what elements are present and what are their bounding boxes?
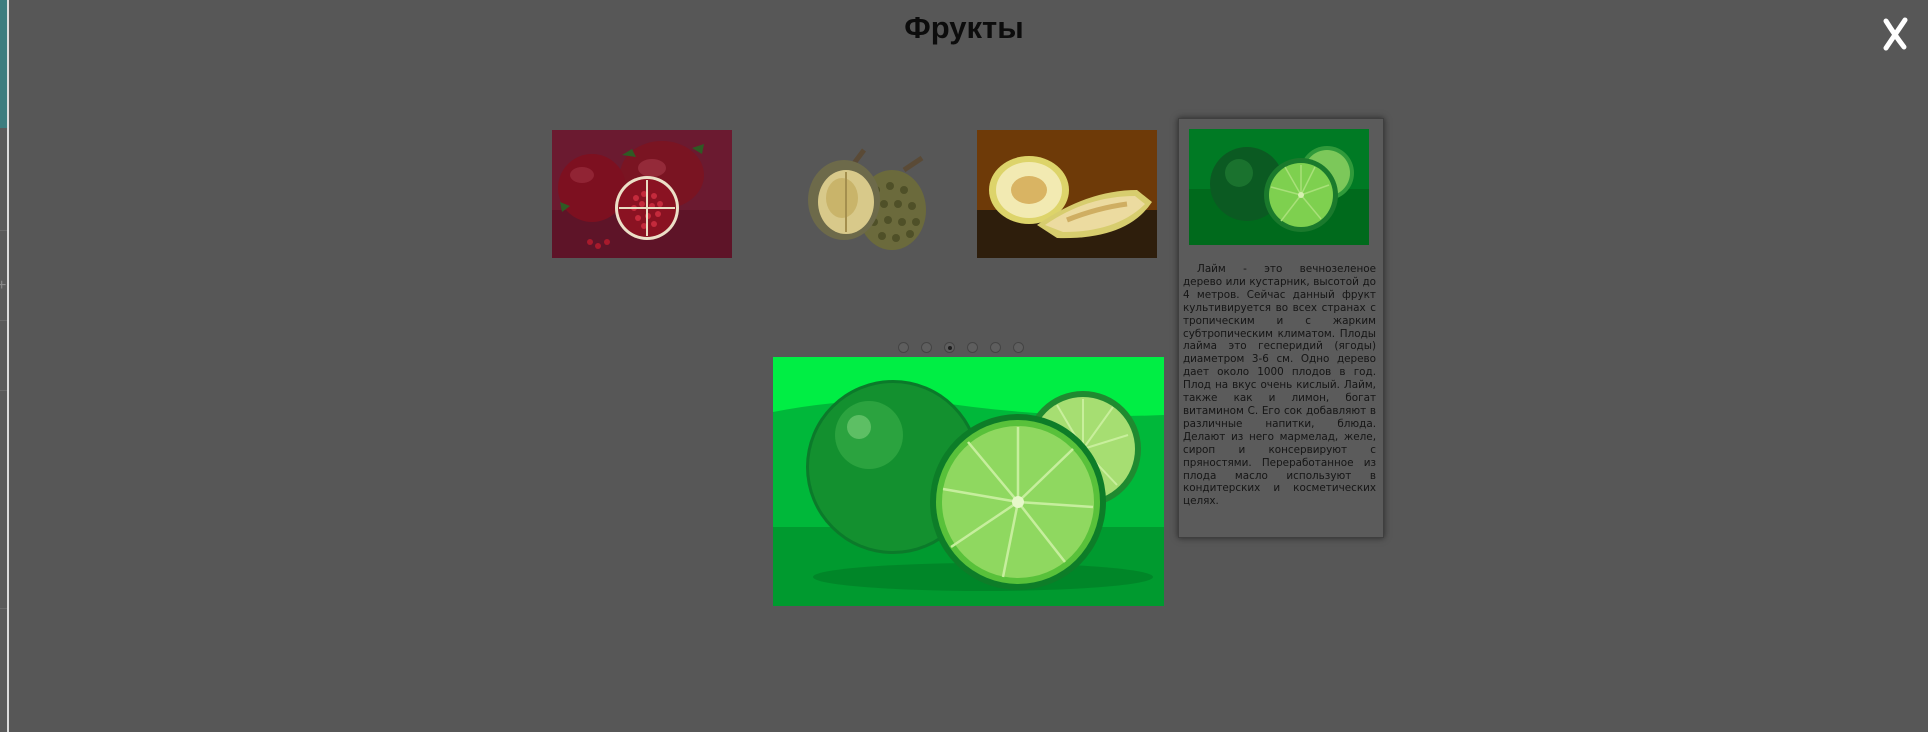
carousel-dot[interactable] [898, 342, 909, 353]
carousel-dots [898, 342, 1024, 356]
fruit-description: Лайм - это вечнозеленое дерево или куста… [1183, 263, 1376, 508]
lime-large-image [773, 357, 1164, 606]
lime-image [1189, 129, 1369, 245]
close-button[interactable] [1878, 12, 1912, 56]
carousel-dot[interactable] [990, 342, 1001, 353]
thumbnail-pomegranate[interactable] [552, 130, 732, 258]
main-slide-image[interactable] [773, 357, 1164, 606]
background-border [7, 0, 9, 732]
plus-icon: + [0, 277, 7, 294]
carousel-dot-active[interactable] [944, 342, 955, 353]
modal-title: Фрукты [904, 10, 1024, 45]
carousel-dot[interactable] [967, 342, 978, 353]
durian-image [764, 130, 944, 258]
thumbnail-durian[interactable] [764, 130, 944, 258]
melon-image [977, 130, 1157, 258]
thumbnail-melon[interactable] [977, 130, 1157, 258]
carousel-dot[interactable] [1013, 342, 1024, 353]
fruit-info-card: Лайм - это вечнозеленое дерево или куста… [1178, 118, 1384, 538]
carousel-dot[interactable] [921, 342, 932, 353]
close-icon [1883, 17, 1908, 51]
card-image [1189, 129, 1369, 245]
background-page-edge: + [0, 0, 9, 732]
pomegranate-image [552, 130, 732, 258]
